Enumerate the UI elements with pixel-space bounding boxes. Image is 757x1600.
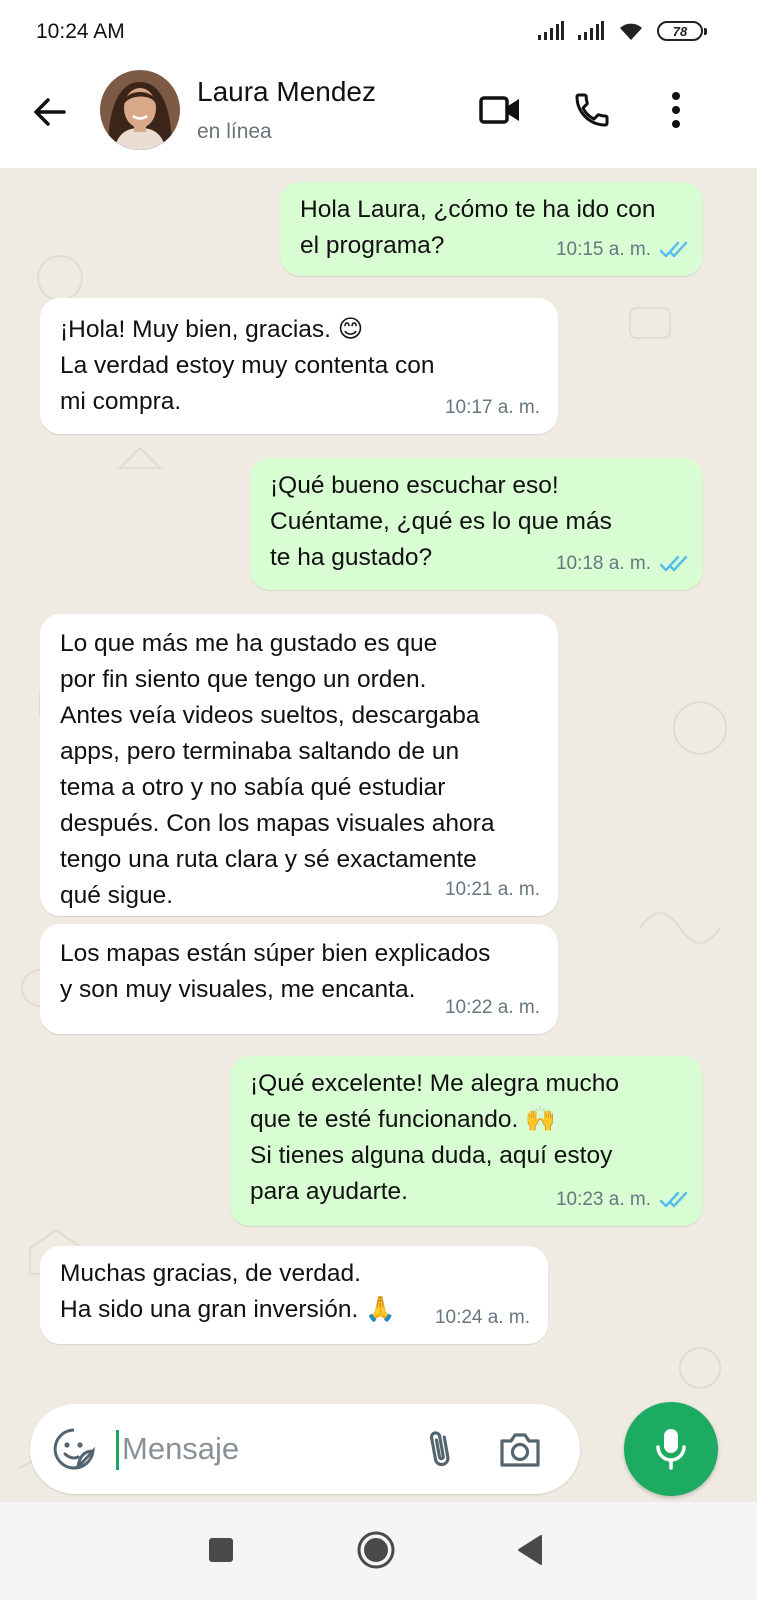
- circle-icon: [357, 1531, 395, 1569]
- message-bubble-incoming[interactable]: ¡Hola! Muy bien, gracias. 😊 La verdad es…: [40, 298, 558, 434]
- more-options-button[interactable]: [652, 86, 700, 134]
- voice-message-button[interactable]: [624, 1402, 718, 1496]
- signal-icon: [578, 21, 604, 40]
- message-bubble-outgoing[interactable]: Hola Laura, ¿cómo te ha ido con el progr…: [280, 182, 703, 276]
- chat-header: Laura Mendez en línea: [0, 64, 757, 168]
- message-time: 10:22 a. m.: [444, 997, 540, 1018]
- message-time: 10:17 a. m.: [444, 397, 540, 418]
- phone-icon: [575, 93, 609, 127]
- square-icon: [209, 1538, 233, 1562]
- wifi-icon: [620, 23, 642, 40]
- back-nav-button[interactable]: [506, 1526, 554, 1574]
- message-time: 10:15 a. m.: [555, 239, 651, 260]
- avatar-image: [100, 70, 180, 150]
- message-meta: 10:18 a. m.: [556, 546, 689, 582]
- contact-avatar[interactable]: [100, 70, 180, 150]
- read-ticks-icon: [659, 241, 688, 258]
- message-composer: [30, 1404, 580, 1494]
- camera-button[interactable]: [496, 1425, 544, 1473]
- signal-icon: [538, 21, 564, 40]
- message-meta: 10:15 a. m.: [556, 232, 689, 268]
- message-meta: 10:24 a. m.: [435, 1300, 530, 1336]
- attach-button[interactable]: [416, 1425, 464, 1473]
- message-time: 10:18 a. m.: [555, 553, 651, 574]
- message-bubble-outgoing[interactable]: ¡Qué bueno escuchar eso! Cuéntame, ¿qué …: [250, 458, 703, 590]
- sticker-icon: [53, 1428, 95, 1470]
- battery-icon: 78: [657, 21, 707, 41]
- message-meta: 10:21 a. m.: [445, 872, 540, 908]
- system-nav-bar: [0, 1502, 757, 1600]
- text-cursor: [116, 1430, 119, 1470]
- more-vert-icon: [672, 92, 680, 128]
- message-bubble-incoming[interactable]: Lo que más me ha gustado es que por fin …: [40, 614, 558, 916]
- status-icons: 78: [537, 20, 707, 42]
- status-bar: 10:24 AM 78: [0, 0, 757, 64]
- camera-icon: [500, 1433, 540, 1467]
- message-text: Lo que más me ha gustado es que por fin …: [60, 630, 495, 909]
- triangle-back-icon: [518, 1535, 542, 1565]
- message-meta: 10:17 a. m.: [445, 390, 540, 426]
- mic-icon: [656, 1429, 686, 1470]
- video-call-icon: [479, 96, 519, 124]
- message-bubble-incoming[interactable]: Los mapas están súper bien explicados y …: [40, 924, 558, 1034]
- chat-area[interactable]: Hola Laura, ¿cómo te ha ido con el progr…: [0, 168, 757, 1502]
- back-arrow-icon: [34, 98, 66, 126]
- message-time: 10:24 a. m.: [434, 1307, 530, 1328]
- message-bubble-incoming[interactable]: Muchas gracias, de verdad. Ha sido una g…: [40, 1246, 548, 1344]
- recent-apps-button[interactable]: [197, 1526, 245, 1574]
- status-time: 10:24 AM: [36, 20, 125, 43]
- message-bubble-outgoing[interactable]: ¡Qué excelente! Me alegra mucho que te e…: [230, 1056, 703, 1226]
- contact-name[interactable]: Laura Mendez: [197, 76, 376, 108]
- message-time: 10:21 a. m.: [444, 879, 540, 900]
- attach-icon: [430, 1431, 450, 1467]
- message-time: 10:23 a. m.: [555, 1189, 651, 1210]
- contact-status: en línea: [197, 120, 272, 143]
- back-button[interactable]: [28, 90, 72, 134]
- message-meta: 10:22 a. m.: [445, 990, 540, 1026]
- message-meta: 10:23 a. m.: [556, 1182, 689, 1218]
- read-ticks-icon: [659, 555, 688, 572]
- read-ticks-icon: [659, 1191, 688, 1208]
- home-button[interactable]: [352, 1526, 400, 1574]
- video-call-button[interactable]: [476, 86, 524, 134]
- voice-call-button[interactable]: [568, 86, 616, 134]
- sticker-button[interactable]: [50, 1425, 98, 1473]
- message-input[interactable]: [122, 1422, 402, 1476]
- battery-level: 78: [672, 23, 688, 39]
